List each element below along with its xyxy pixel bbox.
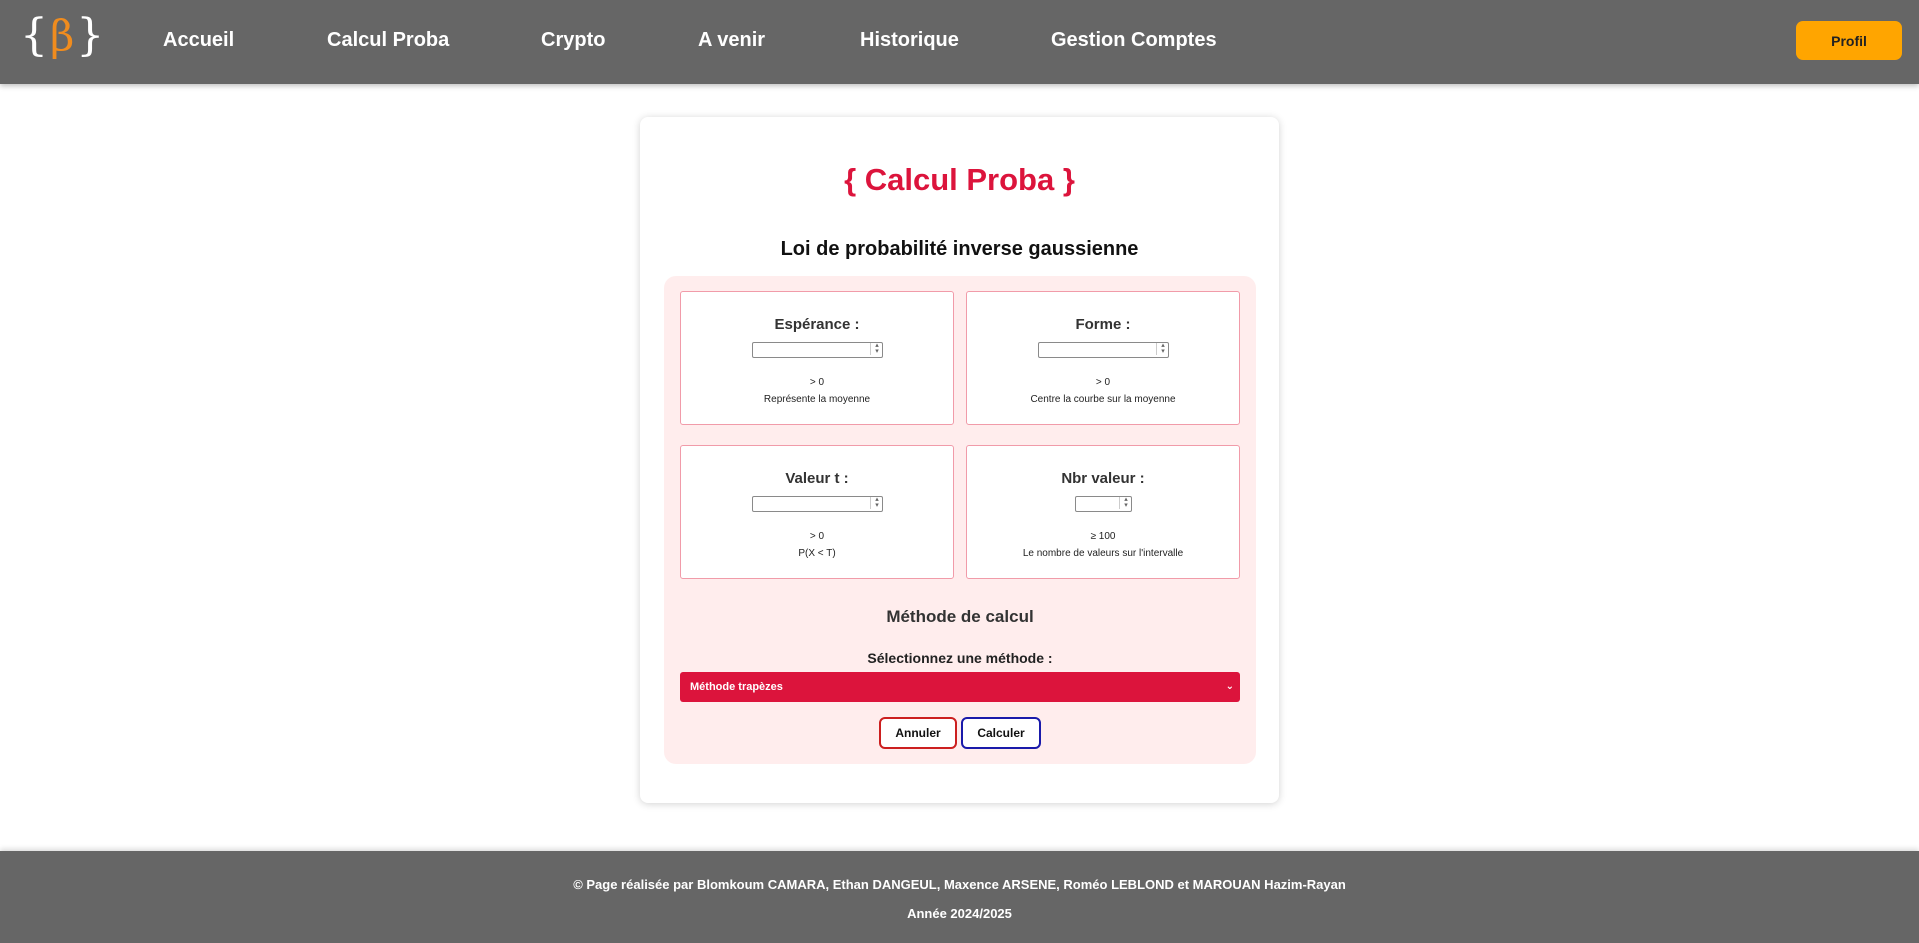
nav-link-accueil[interactable]: Accueil: [163, 29, 234, 52]
page-title: { Calcul Proba }: [844, 162, 1075, 197]
field-description: Le nombre de valeurs sur l'intervalle: [1022, 548, 1184, 559]
forme-input[interactable]: [1038, 342, 1169, 358]
field-label: Nbr valeur :: [1061, 470, 1145, 487]
logo-right-brace: }: [76, 10, 105, 61]
field-constraint: > 0: [809, 531, 825, 542]
spinner-arrows-icon[interactable]: ▴ ▾: [870, 342, 883, 355]
calcul-proba-card: { Calcul Proba } Loi de probabilité inve…: [640, 117, 1279, 803]
logo[interactable]: { β }: [20, 10, 104, 62]
field-description: P(X < T): [798, 548, 836, 559]
footer-year: Année 2024/2025: [907, 906, 1012, 921]
field-constraint: ≥ 100: [1090, 531, 1116, 542]
method-select[interactable]: Méthode trapèzes ⌄: [680, 672, 1240, 702]
field-forme: Forme : ▴ ▾ > 0 Centre la courbe sur la m…: [966, 291, 1240, 425]
footer: © Page réalisée par Blomkoum CAMARA, Eth…: [0, 851, 1919, 943]
page-subtitle: Loi de probabilité inverse gaussienne: [780, 238, 1139, 260]
nav-link-calcul-proba[interactable]: Calcul Proba: [327, 29, 449, 52]
field-label: Forme :: [1075, 316, 1131, 333]
field-label: Espérance :: [774, 316, 860, 333]
method-heading: Méthode de calcul: [886, 607, 1034, 626]
logo-beta-symbol: β: [50, 11, 75, 60]
logo-left-brace: {: [20, 10, 48, 61]
spinner-arrows-icon[interactable]: ▴ ▾: [1119, 496, 1132, 509]
field-valeur-t: Valeur t : ▴ ▾ > 0 P(X < T): [680, 445, 954, 579]
nav-link-crypto[interactable]: Crypto: [541, 29, 605, 52]
footer-credits: © Page réalisée par Blomkoum CAMARA, Eth…: [573, 877, 1346, 892]
calculate-button[interactable]: Calculer: [961, 717, 1041, 749]
field-description: Représente la moyenne: [763, 394, 871, 405]
method-label: Sélectionnez une méthode :: [867, 650, 1053, 666]
field-constraint: > 0: [1095, 377, 1111, 388]
nav-link-historique[interactable]: Historique: [860, 29, 959, 52]
nav-link-gestion-comptes[interactable]: Gestion Comptes: [1051, 29, 1217, 52]
valeur-t-input[interactable]: [752, 496, 883, 512]
field-constraint: > 0: [809, 377, 825, 388]
chevron-down-icon: ⌄: [1225, 681, 1234, 692]
navbar: { β } Accueil Calcul Proba Crypto A veni…: [0, 0, 1919, 84]
esperance-input[interactable]: [752, 342, 883, 358]
profile-button[interactable]: Profil: [1796, 21, 1902, 60]
spinner-arrows-icon[interactable]: ▴ ▾: [1156, 342, 1169, 355]
nav-link-a-venir[interactable]: A venir: [698, 29, 765, 52]
field-esperance: Espérance : ▴ ▾ > 0 Représente la moyenne: [680, 291, 954, 425]
cancel-button[interactable]: Annuler: [879, 717, 957, 749]
spinner-arrows-icon[interactable]: ▴ ▾: [870, 496, 883, 509]
field-description: Centre la courbe sur la moyenne: [1030, 394, 1176, 405]
calculation-form: Espérance : ▴ ▾ > 0 Représente la moyenne…: [664, 276, 1256, 764]
field-label: Valeur t :: [785, 470, 849, 487]
field-nbr-valeur: Nbr valeur : ▴ ▾ ≥ 100 Le nombre de valeu…: [966, 445, 1240, 579]
method-select-value: Méthode trapèzes: [690, 681, 783, 693]
